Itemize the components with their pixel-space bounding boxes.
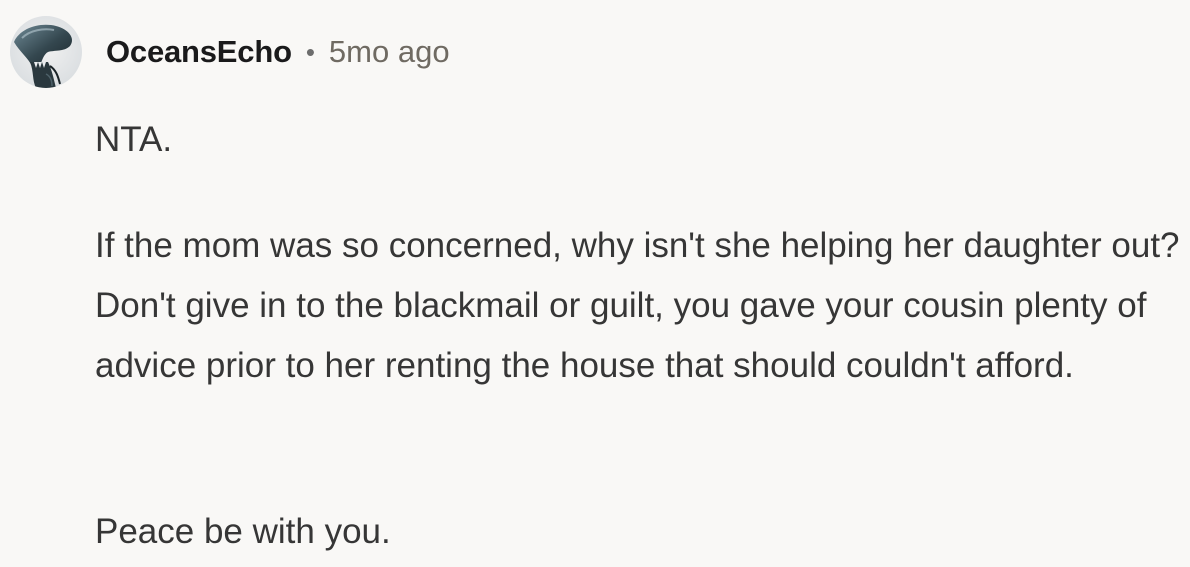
comment-timestamp[interactable]: 5mo ago — [329, 34, 450, 70]
meta-separator: • — [305, 36, 315, 67]
comment-paragraph: NTA. — [95, 120, 173, 159]
user-avatar[interactable] — [10, 16, 82, 88]
alien-avatar-icon — [10, 16, 82, 88]
comment-paragraph: If the mom was so concerned, why isn't s… — [95, 226, 1180, 385]
username-link[interactable]: OceansEcho — [106, 34, 292, 70]
comment-card: OceansEcho • 5mo ago NTA. If the mom was… — [0, 0, 1190, 567]
comment-paragraph: Peace be with you. — [95, 512, 391, 551]
comment-meta: OceansEcho • 5mo ago — [106, 30, 450, 74]
